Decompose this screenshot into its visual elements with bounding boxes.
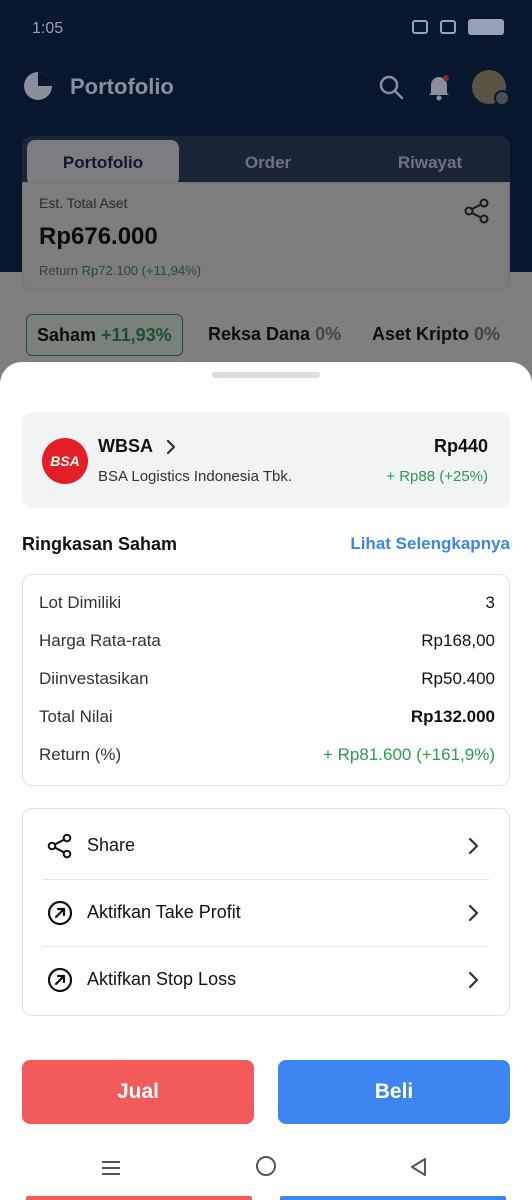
stock-change: + Rp88 (+25%) bbox=[386, 468, 488, 485]
stock-bottom-sheet: BSA WBSA BSA Logistics Indonesia Tbk. Rp… bbox=[0, 362, 532, 1200]
summary-row-label: Return (%) bbox=[39, 745, 122, 764]
chevron-right-icon bbox=[468, 904, 479, 922]
portfolio-return: Return Rp72.100 (+11,94%) bbox=[39, 263, 201, 278]
summary-row-label: Harga Rata-rata bbox=[39, 631, 161, 650]
back-icon[interactable] bbox=[408, 1156, 428, 1178]
stop-loss-action[interactable]: Aktifkan Stop Loss bbox=[43, 947, 489, 1013]
summary-row: Total Nilai Rp132.000 bbox=[39, 703, 495, 733]
stock-logo: BSA bbox=[42, 438, 88, 484]
arrow-up-right-circle-icon bbox=[47, 967, 73, 993]
summary-row: Return (%) + Rp81.600 (+161,9%) bbox=[39, 741, 495, 771]
status-time: 1:05 bbox=[32, 20, 64, 37]
stock-code: WBSA bbox=[98, 436, 153, 456]
chevron-right-icon bbox=[166, 439, 176, 455]
action-label: Share bbox=[87, 835, 136, 855]
summary-row-value: 3 bbox=[485, 593, 495, 612]
sheet-drag-handle[interactable] bbox=[212, 372, 320, 378]
action-label: Aktifkan Stop Loss bbox=[87, 969, 237, 989]
chevron-right-icon bbox=[468, 971, 479, 989]
return-value: Rp72.100 (+11,94%) bbox=[81, 263, 202, 278]
wifi-icon bbox=[412, 20, 428, 34]
menu-badge-icon bbox=[494, 90, 510, 106]
status-icons bbox=[412, 19, 504, 35]
asset-tab-aset-kripto[interactable]: Aset Kripto 0% bbox=[362, 314, 510, 356]
summary-row: Diinvestasikan Rp50.400 bbox=[39, 665, 495, 695]
asset-tab-label: Reksa Dana bbox=[208, 324, 311, 344]
bell-icon[interactable] bbox=[426, 73, 452, 101]
system-nav-bar bbox=[0, 1142, 532, 1200]
buy-button-shadow bbox=[280, 1196, 506, 1200]
sell-button[interactable]: Jual bbox=[22, 1060, 254, 1124]
summary-row-label: Diinvestasikan bbox=[39, 669, 149, 688]
summary-row-label: Total Nilai bbox=[39, 707, 113, 726]
search-icon[interactable] bbox=[378, 74, 404, 100]
sell-button-shadow bbox=[26, 1196, 252, 1200]
status-bar: 1:05 bbox=[0, 0, 532, 58]
asset-tab-label: Saham bbox=[37, 325, 97, 345]
page-title: Portofolio bbox=[70, 74, 174, 99]
battery-icon bbox=[468, 19, 504, 35]
asset-tab-reksa-dana[interactable]: Reksa Dana 0% bbox=[198, 314, 351, 356]
asset-tab-pct: +11,93% bbox=[101, 325, 172, 345]
pie-chart-icon bbox=[24, 72, 52, 100]
portfolio-summary-card: Est. Total Aset Rp676.000 Return Rp72.10… bbox=[22, 182, 510, 290]
share-action[interactable]: Share bbox=[43, 813, 489, 879]
signal-icon bbox=[440, 20, 456, 34]
summary-row: Lot Dimiliki 3 bbox=[39, 589, 495, 619]
actions-box: Share Aktifkan Take Profit Aktifkan Stop… bbox=[22, 808, 510, 1016]
return-label: Return bbox=[39, 263, 79, 278]
total-asset-value: Rp676.000 bbox=[39, 223, 158, 250]
summary-row-label: Lot Dimiliki bbox=[39, 593, 122, 612]
take-profit-action[interactable]: Aktifkan Take Profit bbox=[43, 880, 489, 946]
action-label: Aktifkan Take Profit bbox=[87, 902, 241, 922]
stock-summary-box: Lot Dimiliki 3 Harga Rata-rata Rp168,00 … bbox=[22, 574, 510, 786]
summary-row: Harga Rata-rata Rp168,00 bbox=[39, 627, 495, 657]
summary-row-value: Rp50.400 bbox=[421, 669, 495, 688]
recent-apps-icon[interactable] bbox=[100, 1158, 122, 1178]
total-asset-label: Est. Total Aset bbox=[39, 195, 128, 211]
stock-price: Rp440 bbox=[433, 436, 488, 456]
share-icon[interactable] bbox=[463, 197, 491, 225]
section-title: Ringkasan Saham bbox=[22, 534, 178, 554]
see-more-link[interactable]: Lihat Selengkapnya bbox=[350, 534, 510, 554]
home-icon[interactable] bbox=[256, 1156, 276, 1176]
stock-header-card[interactable]: BSA WBSA BSA Logistics Indonesia Tbk. Rp… bbox=[22, 412, 510, 508]
arrow-up-right-circle-icon bbox=[47, 900, 73, 926]
summary-row-value: + Rp81.600 (+161,9%) bbox=[322, 745, 495, 764]
chevron-right-icon bbox=[468, 837, 479, 855]
asset-tabs: Saham +11,93% Reksa Dana 0% Aset Kripto … bbox=[26, 314, 526, 356]
summary-row-value: Rp168,00 bbox=[421, 631, 495, 650]
stock-name: BSA Logistics Indonesia Tbk. bbox=[98, 468, 293, 485]
buy-button[interactable]: Beli bbox=[278, 1060, 510, 1124]
summary-row-value: Rp132.000 bbox=[410, 707, 495, 726]
tab-portofolio[interactable]: Portofolio bbox=[27, 140, 179, 186]
asset-tab-pct: 0% bbox=[474, 324, 501, 344]
asset-tab-pct: 0% bbox=[315, 324, 342, 344]
share-icon bbox=[47, 833, 72, 859]
asset-tab-saham[interactable]: Saham +11,93% bbox=[26, 314, 183, 356]
asset-tab-label: Aset Kripto bbox=[372, 324, 470, 344]
